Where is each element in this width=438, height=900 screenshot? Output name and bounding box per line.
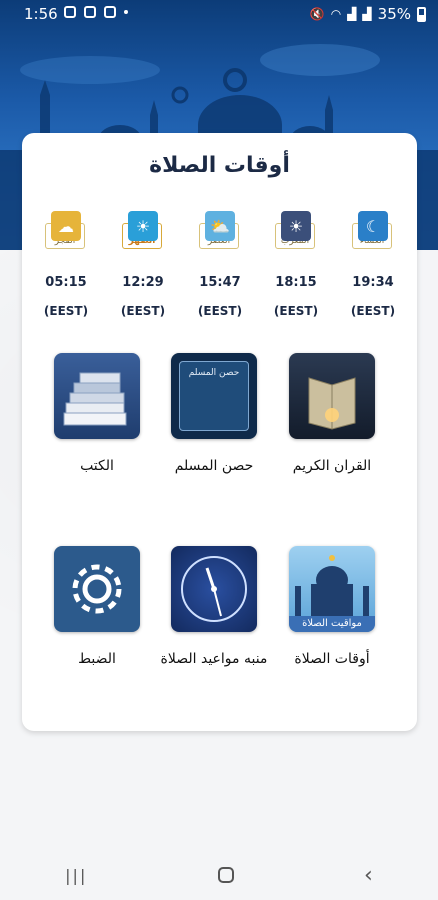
prayer-time: 15:47	[199, 275, 241, 290]
card-title: أوقات الصلاة	[149, 153, 290, 178]
app-label: الكتب	[80, 458, 114, 474]
prayer-timezone: (EEST)	[43, 304, 89, 318]
sun-cloud-icon: ⛅	[205, 211, 235, 241]
prayer-maghrib[interactable]: ☀ المغرب 18:15 (EEST)	[266, 211, 326, 318]
prayer-timezone: (EEST)	[273, 304, 319, 318]
prayer-fajr[interactable]: ☁ الفجر 05:15 (EEST)	[36, 211, 96, 318]
app-label: منبه مواعيد الصلاة	[160, 651, 268, 667]
app-label: حصن المسلم	[174, 458, 254, 474]
battery-icon	[417, 6, 426, 22]
books-icon	[54, 353, 140, 439]
battery-percent: 35%	[377, 5, 411, 23]
app-books[interactable]: الكتب	[42, 353, 152, 477]
recent-apps-icon[interactable]: |||	[65, 866, 87, 885]
app-label: الضبط	[78, 651, 116, 667]
home-icon[interactable]	[217, 867, 234, 883]
main-card: أوقات الصلاة ☁ الفجر 05:15 (EEST) ☀ الظه…	[22, 133, 417, 731]
app-prayer-alarm[interactable]: منبه مواعيد الصلاة	[159, 546, 269, 670]
tile-caption: مواقيت الصلاة	[289, 616, 375, 632]
system-nav-bar: ||| ‹	[0, 850, 438, 900]
prayer-timezone: (EEST)	[350, 304, 396, 318]
prayer-dhuhr[interactable]: ☀ الظهر 12:29 (EEST)	[113, 211, 173, 318]
app-prayer-times[interactable]: مواقيت الصلاة أوقات الصلاة	[277, 546, 387, 670]
app-label: القران الكريم	[292, 458, 372, 474]
signal-icon: ▟	[362, 7, 372, 21]
sunrise-icon: ☁	[51, 211, 81, 241]
instagram-icon	[104, 6, 116, 18]
prayer-time: 05:15	[45, 275, 87, 290]
prayer-isha[interactable]: ☾ العشاء 19:34 (EEST)	[343, 211, 403, 318]
app-quran[interactable]: القران الكريم	[277, 353, 387, 477]
back-icon[interactable]: ‹	[364, 863, 373, 888]
prayer-timezone: (EEST)	[120, 304, 166, 318]
prayer-time: 19:34	[352, 275, 394, 290]
mosque-icon: مواقيت الصلاة	[289, 546, 375, 632]
gear-icon	[54, 546, 140, 632]
prayer-timezone: (EEST)	[197, 304, 243, 318]
prayer-asr[interactable]: ⛅ العصر 15:47 (EEST)	[190, 211, 250, 318]
clock-icon	[171, 546, 257, 632]
prayer-time: 18:15	[275, 275, 317, 290]
gallery-icon	[64, 6, 76, 18]
app-settings[interactable]: الضبط	[42, 546, 152, 670]
quran-icon	[289, 353, 375, 439]
sun-icon: ☀	[128, 211, 158, 241]
notification-dot-icon	[124, 10, 128, 14]
app-hisn-almuslim[interactable]: حصن المسلم حصن المسلم	[159, 353, 269, 477]
status-bar: 1:56 🔇 ◠ ▟ ▟ 35%	[0, 0, 438, 28]
app-label: أوقات الصلاة	[294, 651, 370, 667]
status-time: 1:56	[24, 5, 58, 23]
prayer-time: 12:29	[122, 275, 164, 290]
instagram-icon	[84, 6, 96, 18]
signal-icon: ▟	[347, 7, 357, 21]
tile-caption: حصن المسلم	[179, 361, 249, 431]
moon-icon: ☾	[358, 211, 388, 241]
wifi-icon: ◠	[330, 7, 342, 21]
mute-icon: 🔇	[309, 7, 325, 21]
sunset-icon: ☀	[281, 211, 311, 241]
hisn-book-icon: حصن المسلم	[171, 353, 257, 439]
